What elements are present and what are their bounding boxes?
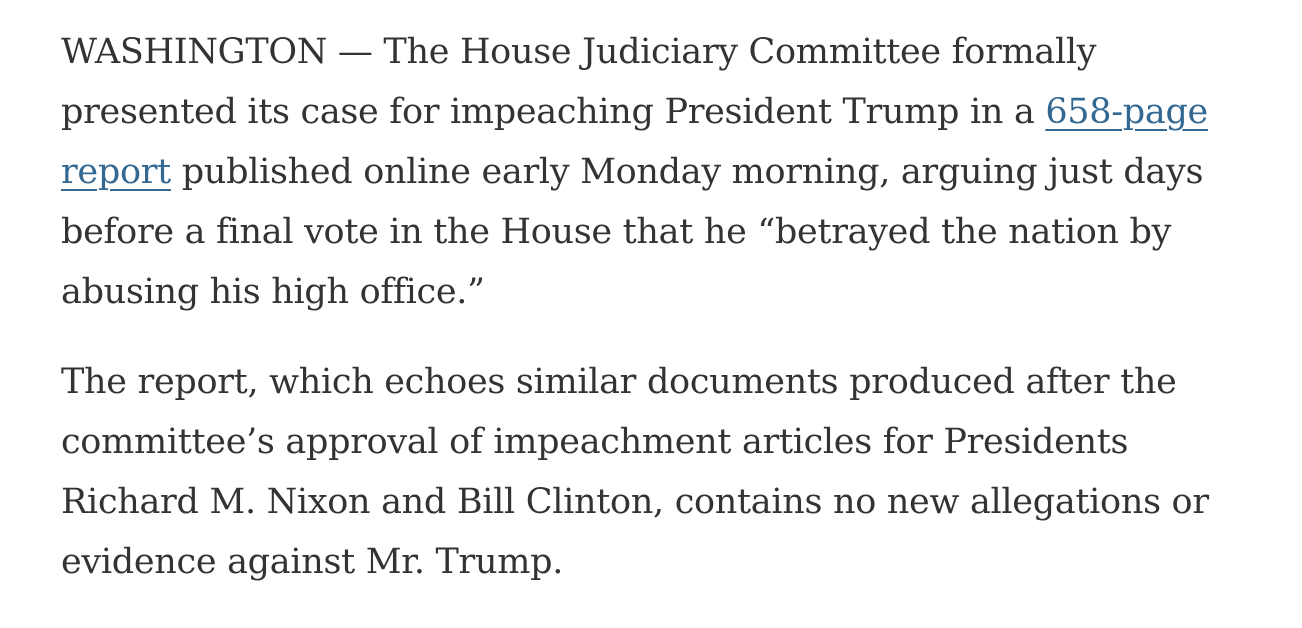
report-link-part-1[interactable]: 658-page: [1045, 92, 1208, 132]
paragraph-2-line-4: evidence against Mr. Trump.: [61, 542, 564, 582]
paragraph-2-line-2: committee’s approval of impeachment arti…: [61, 422, 1129, 462]
paragraph-1-line-2-text: presented its case for impeaching Presid…: [61, 92, 1046, 132]
paragraph-1-line-5: abusing his high office.”: [61, 272, 485, 312]
paragraph-1-line-3: report published online early Monday mor…: [61, 142, 1261, 202]
paragraph-1-line-2: presented its case for impeaching Presid…: [61, 82, 1261, 142]
article-paragraph-2: The report, which echoes similar documen…: [61, 352, 1261, 592]
article-body: WASHINGTON — The House Judiciary Committ…: [61, 22, 1261, 592]
paragraph-2-line-3: Richard M. Nixon and Bill Clinton, conta…: [61, 482, 1209, 522]
paragraph-2-line-1: The report, which echoes similar documen…: [61, 362, 1177, 402]
paragraph-1-line-1: WASHINGTON — The House Judiciary Committ…: [61, 32, 1097, 72]
paragraph-1-line-3-text: published online early Monday morning, a…: [170, 152, 1204, 192]
paragraph-1-line-4: before a final vote in the House that he…: [61, 212, 1172, 252]
article-paragraph-1: WASHINGTON — The House Judiciary Committ…: [61, 22, 1261, 322]
report-link-part-2[interactable]: report: [61, 152, 171, 192]
